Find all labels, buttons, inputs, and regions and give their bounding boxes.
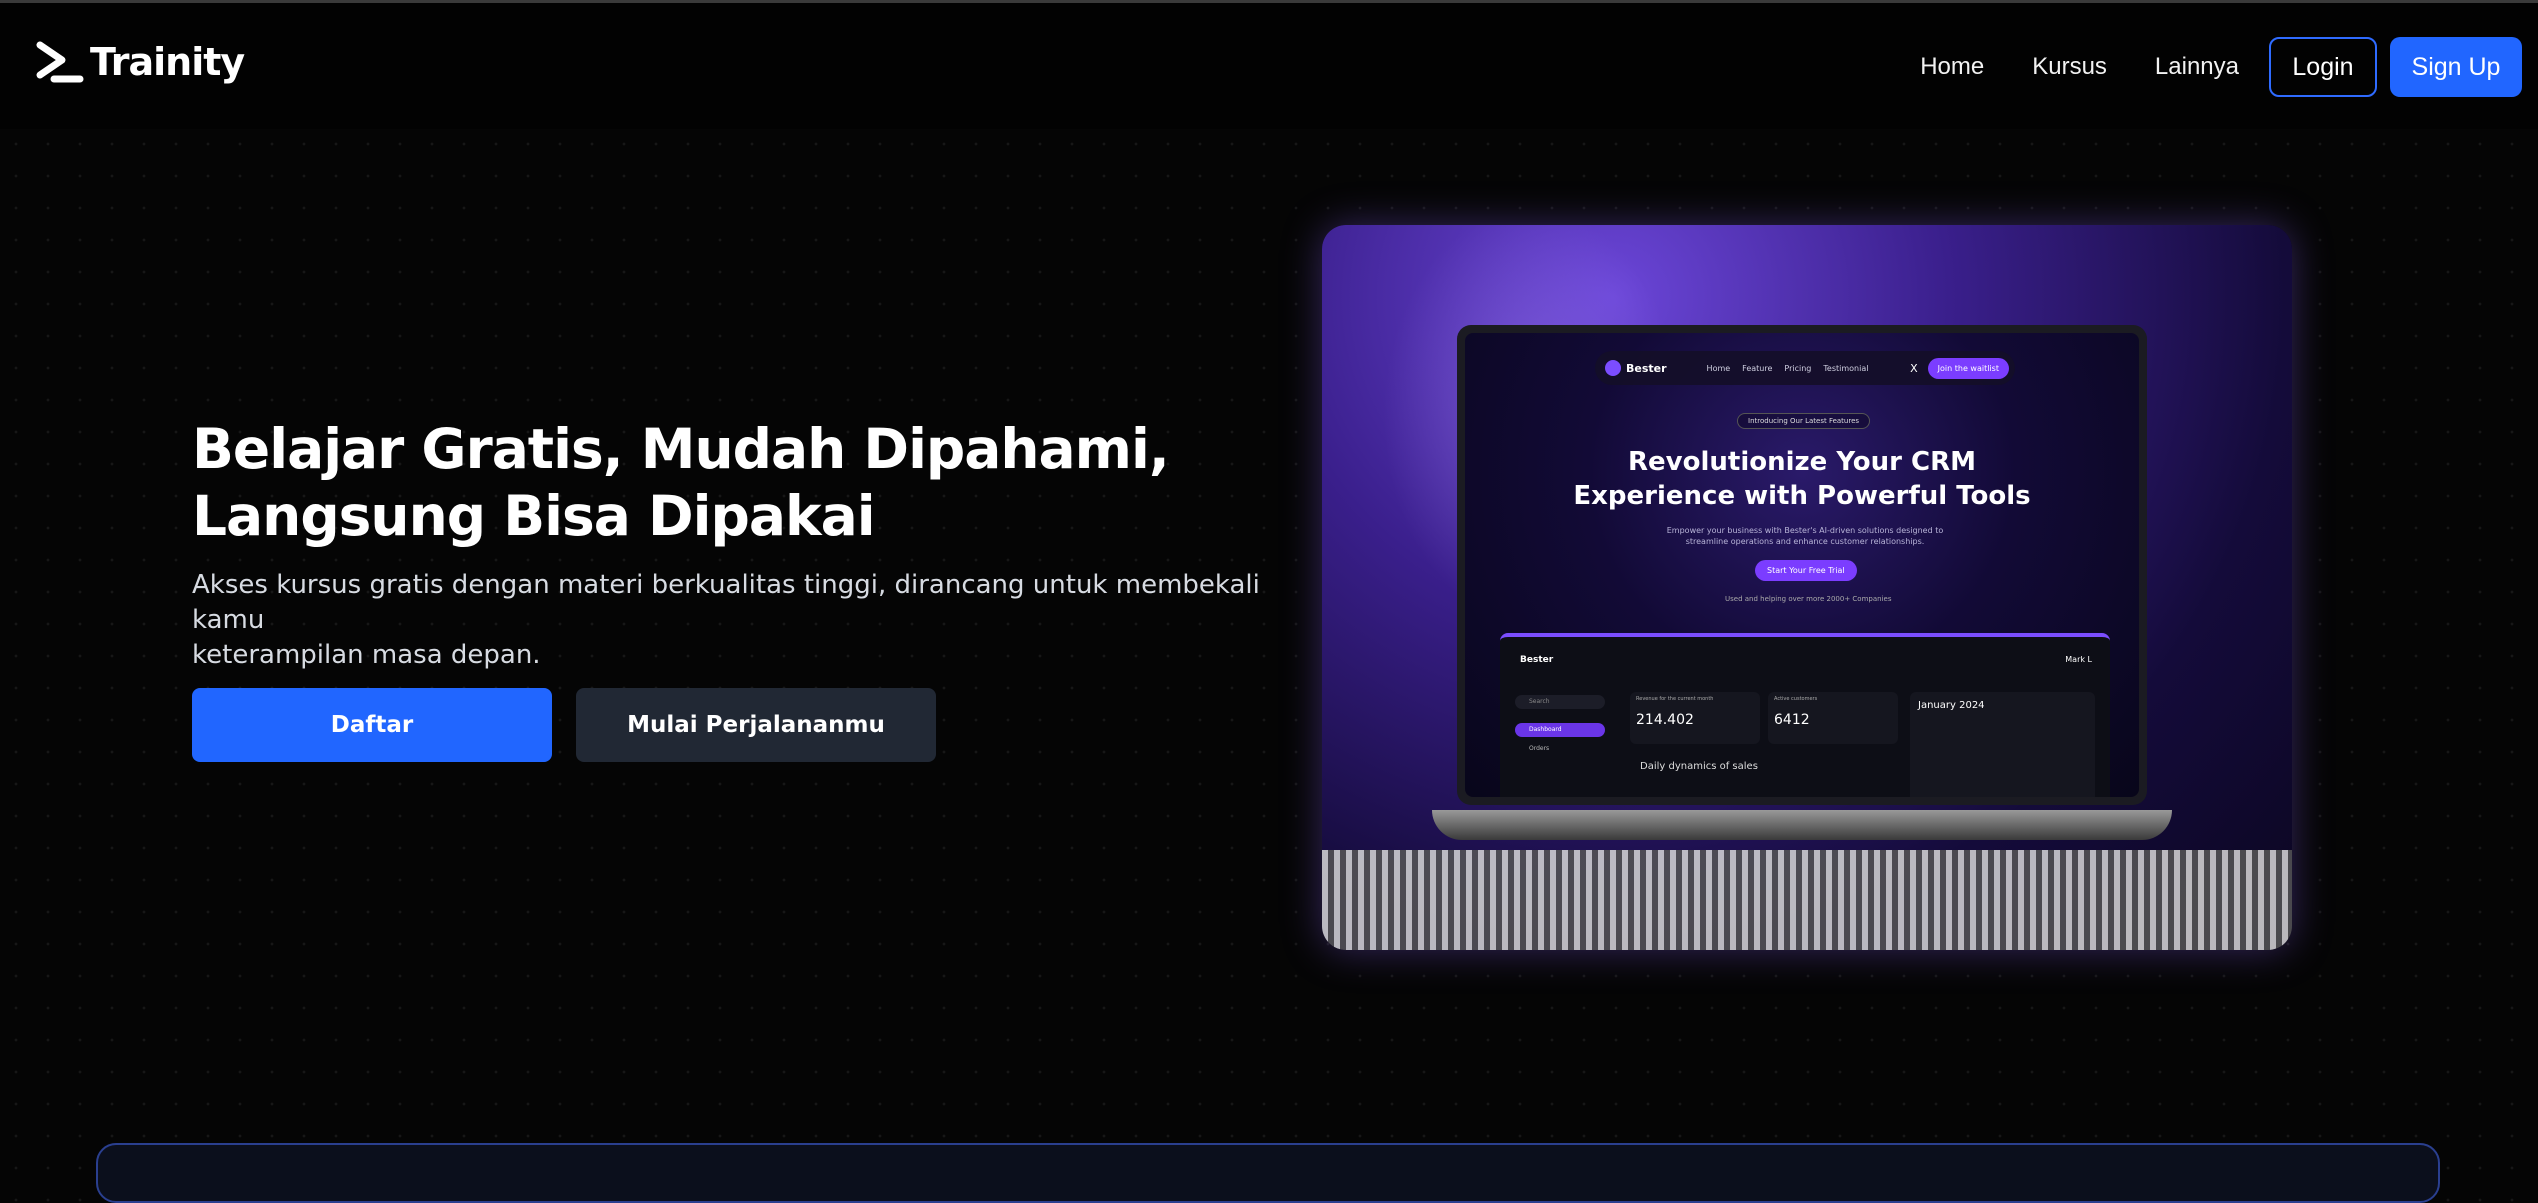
screen-waitlist-button: Join the waitlist bbox=[1927, 357, 2009, 379]
hero-subtitle-line1: Akses kursus gratis dengan materi berkua… bbox=[192, 570, 1260, 635]
hero-title: Belajar Gratis, Mudah Dipahami, Langsung … bbox=[192, 416, 1272, 550]
dashboard-user: Mark L bbox=[2065, 655, 2092, 664]
revenue-label: Revenue for the current month bbox=[1636, 696, 1714, 702]
screen-headline-line1: Revolutionize Your CRM bbox=[1628, 447, 1976, 477]
screen-brand-icon bbox=[1605, 360, 1621, 376]
screen-badge: Introducing Our Latest Features bbox=[1737, 413, 1871, 429]
dashboard-search: Search bbox=[1515, 695, 1605, 709]
calendar-title: January 2024 bbox=[1918, 700, 1985, 711]
nav-link-lainnya[interactable]: Lainnya bbox=[2155, 53, 2239, 81]
screen-nav-links: Home Feature Pricing Testimonial bbox=[1707, 364, 1869, 373]
screen-headline: Revolutionize Your CRM Experience with Po… bbox=[1465, 445, 2139, 513]
nav-link-home[interactable]: Home bbox=[1920, 53, 1984, 81]
hero-title-line2: Langsung Bisa Dipakai bbox=[192, 484, 876, 548]
dashboard-revenue-card: Revenue for the current month 214.402 bbox=[1630, 692, 1760, 744]
screen-used-by: Used and helping over more 2000+ Compani… bbox=[1725, 595, 1892, 603]
chevron-logo-icon bbox=[36, 41, 84, 83]
dashboard-calendar: January 2024 bbox=[1910, 692, 2095, 797]
hero-subtitle-line2: keterampilan masa depan. bbox=[192, 640, 541, 670]
hero-subtitle: Akses kursus gratis dengan materi berkua… bbox=[192, 568, 1272, 673]
brand-name: Trainity bbox=[90, 40, 245, 84]
nav-link-kursus[interactable]: Kursus bbox=[2032, 53, 2107, 81]
signup-button[interactable]: Sign Up bbox=[2390, 37, 2522, 97]
screen-brand-name: Bester bbox=[1626, 361, 1667, 375]
screen-nav-testimonial: Testimonial bbox=[1823, 363, 1869, 373]
dashboard-brand: Bester bbox=[1520, 655, 1554, 665]
screen-nav-feature: Feature bbox=[1742, 363, 1773, 373]
screen-cta: Start Your Free Trial bbox=[1755, 560, 1857, 581]
screen-x-icon: X bbox=[1910, 361, 1918, 375]
dashboard-nav-dashboard: Dashboard bbox=[1515, 723, 1605, 737]
screen-content: Bester Home Feature Pricing Testimonial … bbox=[1465, 333, 2139, 797]
login-button[interactable]: Login bbox=[2269, 37, 2377, 97]
customers-value: 6412 bbox=[1774, 712, 1810, 728]
customers-label: Active customers bbox=[1774, 696, 1818, 702]
screen-description: Empower your business with Bester's AI-d… bbox=[1666, 526, 1944, 546]
site-header: Trainity Home Kursus Lainnya Login Sign … bbox=[0, 3, 2538, 129]
daftar-button[interactable]: Daftar bbox=[192, 688, 552, 762]
dashboard-customers-card: Active customers 6412 bbox=[1768, 692, 1898, 744]
screen-brand: Bester bbox=[1605, 360, 1667, 376]
revenue-value: 214.402 bbox=[1636, 712, 1694, 728]
bottom-section-card bbox=[96, 1143, 2440, 1203]
hero-laptop-image: Bester Home Feature Pricing Testimonial … bbox=[1322, 225, 2292, 950]
screen-dashboard: Bester Search Dashboard Orders Revenue f… bbox=[1500, 633, 2110, 797]
laptop-screen: Bester Home Feature Pricing Testimonial … bbox=[1457, 325, 2147, 805]
image-floor bbox=[1322, 850, 2292, 950]
dashboard-nav-orders: Orders bbox=[1529, 745, 1550, 752]
mulai-perjalanan-button[interactable]: Mulai Perjalananmu bbox=[576, 688, 936, 762]
screen-nav-pricing: Pricing bbox=[1784, 363, 1812, 373]
brand-logo[interactable]: Trainity bbox=[34, 39, 245, 85]
screen-navbar: Bester Home Feature Pricing Testimonial … bbox=[1595, 351, 2015, 385]
laptop-base bbox=[1432, 810, 2172, 840]
dashboard-dynamics-title: Daily dynamics of sales bbox=[1640, 761, 1758, 772]
screen-headline-line2: Experience with Powerful Tools bbox=[1573, 481, 2031, 511]
hero-title-line1: Belajar Gratis, Mudah Dipahami, bbox=[192, 417, 1170, 481]
main-nav: Home Kursus Lainnya Login Sign Up bbox=[1920, 37, 2522, 97]
screen-nav-home: Home bbox=[1706, 363, 1731, 373]
